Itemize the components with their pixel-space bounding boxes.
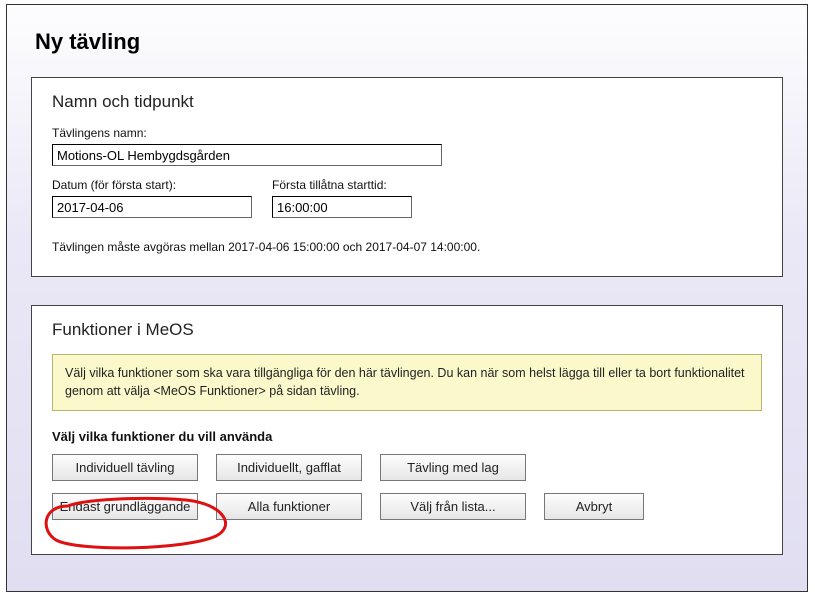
functions-info-box: Välj vilka funktioner som ska vara tillg… [52,354,762,411]
pick-from-list-button[interactable]: Välj från lista... [380,493,526,520]
start-time-label: Första tillåtna starttid: [272,178,412,192]
functions-panel: Funktioner i MeOS Välj vilka funktioner … [31,305,783,555]
basic-only-button[interactable]: Endast grundläggande [52,493,198,520]
cancel-button[interactable]: Avbryt [544,493,644,520]
all-functions-button[interactable]: Alla funktioner [216,493,362,520]
competition-name-input[interactable] [52,144,442,166]
functions-button-row-2: Endast grundläggande Alla funktioner Väl… [52,493,762,520]
date-label: Datum (för första start): [52,178,252,192]
name-time-panel: Namn och tidpunkt Tävlingens namn: Datum… [31,77,783,277]
functions-button-row-1: Individuell tävling Individuellt, gaffla… [52,454,762,481]
functions-panel-title: Funktioner i MeOS [52,320,762,340]
page-title: Ny tävling [35,29,783,55]
competition-name-label: Tävlingens namn: [52,126,762,140]
time-range-note: Tävlingen måste avgöras mellan 2017-04-0… [52,240,762,254]
date-input[interactable] [52,196,252,218]
new-competition-window: Ny tävling Namn och tidpunkt Tävlingens … [6,4,808,592]
functions-subheading: Välj vilka funktioner du vill använda [52,429,762,444]
individual-forked-button[interactable]: Individuellt, gafflat [216,454,362,481]
team-competition-button[interactable]: Tävling med lag [380,454,526,481]
individual-competition-button[interactable]: Individuell tävling [52,454,198,481]
name-time-panel-title: Namn och tidpunkt [52,92,762,112]
start-time-input[interactable] [272,196,412,218]
